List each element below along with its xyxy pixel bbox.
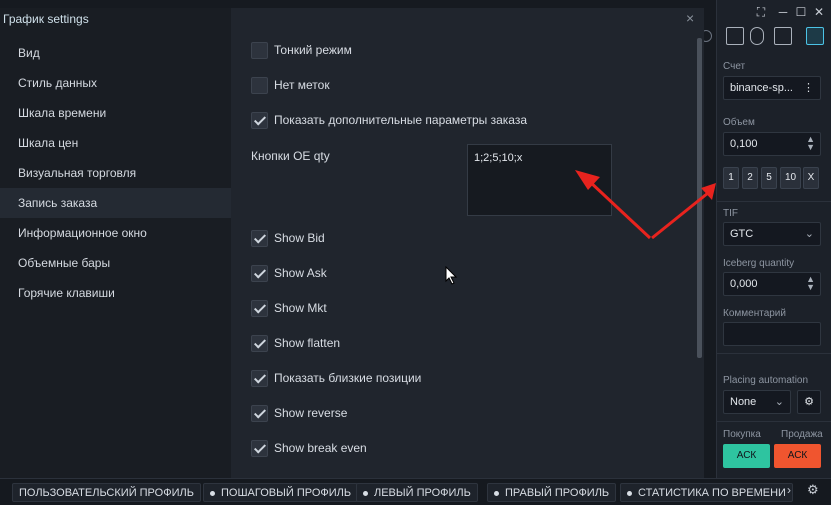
mouse-cursor-icon [445,266,458,285]
arrow-to-qty-buttons [651,191,709,240]
arrow-to-textarea [586,178,652,240]
annotation-arrows [575,170,716,240]
